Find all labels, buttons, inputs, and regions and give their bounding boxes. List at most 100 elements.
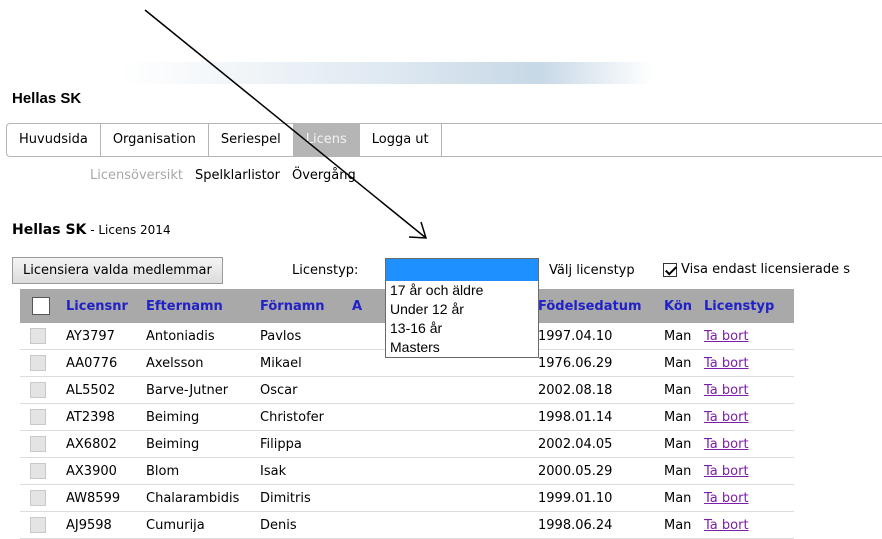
- header-banner: [120, 62, 882, 84]
- cell-licensnr: AW8599: [66, 490, 121, 506]
- row-checkbox[interactable]: [30, 490, 46, 506]
- dropdown-option-under-12[interactable]: Under 12 år: [386, 300, 538, 319]
- cell-action: Ta bort: [704, 350, 794, 377]
- cell-action: Ta bort: [704, 377, 794, 404]
- cell-fodelsedatum: 2002.08.18: [538, 382, 613, 398]
- table-row: AJ9598 Cumurija Denis 1998.06.24 Man Ta …: [20, 512, 794, 539]
- cell-fodelsedatum: 2000.05.29: [538, 463, 613, 479]
- only-licensed-toggle[interactable]: Visa endast licensierade s: [663, 262, 850, 277]
- remove-link[interactable]: Ta bort: [704, 491, 749, 506]
- select-all-cell: [20, 289, 66, 323]
- cell-adress: [352, 485, 538, 512]
- cell-kon: Man: [664, 382, 692, 398]
- license-selected-button[interactable]: Licensiera valda medlemmar: [12, 257, 223, 284]
- remove-link[interactable]: Ta bort: [704, 329, 749, 344]
- remove-link[interactable]: Ta bort: [704, 356, 749, 371]
- dropdown-option-13-16[interactable]: 13-16 år: [386, 319, 538, 338]
- cell-fodelsedatum: 1998.01.14: [538, 409, 613, 425]
- remove-link[interactable]: Ta bort: [704, 383, 749, 398]
- cell-efternamn: Beiming: [146, 409, 200, 425]
- cell-kon: Man: [664, 517, 692, 533]
- cell-efternamn: Blom: [146, 463, 180, 479]
- remove-link[interactable]: Ta bort: [704, 464, 749, 479]
- cell-licensnr: AJ9598: [66, 517, 112, 533]
- row-checkbox[interactable]: [30, 328, 46, 344]
- row-checkbox[interactable]: [30, 436, 46, 452]
- subnav-licensoversikt[interactable]: Licensöversikt: [90, 168, 183, 183]
- col-fodelsedatum[interactable]: Födelsedatum: [538, 289, 664, 323]
- remove-link[interactable]: Ta bort: [704, 518, 749, 533]
- cell-adress: [352, 512, 538, 539]
- table-row: AX6802 Beiming Filippa 2002.04.05 Man Ta…: [20, 431, 794, 458]
- cell-licensnr: AX6802: [66, 436, 117, 452]
- cell-action: Ta bort: [704, 485, 794, 512]
- cell-action: Ta bort: [704, 458, 794, 485]
- page-title: Hellas SK - Licens 2014: [12, 222, 171, 238]
- cell-kon: Man: [664, 355, 692, 371]
- dropdown-selected-option[interactable]: [386, 259, 538, 281]
- sub-navigation: Licensöversikt Spelklarlistor Övergång: [90, 168, 356, 183]
- cell-kon: Man: [664, 328, 692, 344]
- cell-fornamn: Christofer: [260, 409, 325, 425]
- col-fornamn[interactable]: Förnamn: [260, 289, 352, 323]
- table-row: AW8599 Chalarambidis Dimitris 1999.01.10…: [20, 485, 794, 512]
- cell-fornamn: Mikael: [260, 355, 302, 371]
- select-all-checkbox[interactable]: [32, 297, 50, 315]
- licenstyp-label: Licenstyp:: [292, 263, 359, 278]
- subnav-overgang[interactable]: Övergång: [292, 168, 356, 183]
- tab-licens[interactable]: Licens: [293, 124, 360, 156]
- table-row: AX3900 Blom Isak 2000.05.29 Man Ta bort: [20, 458, 794, 485]
- col-licensnr[interactable]: Licensnr: [66, 289, 146, 323]
- tab-organisation[interactable]: Organisation: [101, 124, 209, 156]
- cell-action: Ta bort: [704, 323, 794, 350]
- tab-logga-ut[interactable]: Logga ut: [360, 124, 442, 156]
- remove-link[interactable]: Ta bort: [704, 410, 749, 425]
- tab-seriespel[interactable]: Seriespel: [209, 124, 294, 156]
- cell-fodelsedatum: 1976.06.29: [538, 355, 613, 371]
- main-tabs: Huvudsida Organisation Seriespel Licens …: [6, 123, 882, 157]
- cell-adress: [352, 431, 538, 458]
- cell-fornamn: Denis: [260, 517, 297, 533]
- cell-action: Ta bort: [704, 431, 794, 458]
- row-checkbox[interactable]: [30, 409, 46, 425]
- only-licensed-label: Visa endast licensierade s: [681, 262, 851, 277]
- col-licenstyp[interactable]: Licenstyp: [704, 289, 794, 323]
- cell-fornamn: Pavlos: [260, 328, 302, 344]
- row-checkbox[interactable]: [30, 382, 46, 398]
- club-title: Hellas SK: [12, 90, 82, 107]
- cell-efternamn: Antoniadis: [146, 328, 215, 344]
- cell-fornamn: Oscar: [260, 382, 298, 398]
- col-kon[interactable]: Kön: [664, 289, 704, 323]
- cell-fodelsedatum: 1997.04.10: [538, 328, 613, 344]
- cell-kon: Man: [664, 436, 692, 452]
- row-checkbox[interactable]: [30, 463, 46, 479]
- tab-huvudsida[interactable]: Huvudsida: [7, 124, 101, 156]
- cell-adress: [352, 377, 538, 404]
- cell-fornamn: Dimitris: [260, 490, 311, 506]
- cell-action: Ta bort: [704, 404, 794, 431]
- cell-efternamn: Chalarambidis: [146, 490, 240, 506]
- select-hint: Välj licenstyp: [549, 263, 635, 278]
- cell-action: Ta bort: [704, 512, 794, 539]
- cell-fodelsedatum: 1999.01.10: [538, 490, 613, 506]
- cell-licensnr: AL5502: [66, 382, 116, 398]
- cell-efternamn: Axelsson: [146, 355, 204, 371]
- remove-link[interactable]: Ta bort: [704, 437, 749, 452]
- cell-kon: Man: [664, 409, 692, 425]
- cell-efternamn: Barve-Jutner: [146, 382, 229, 398]
- cell-kon: Man: [664, 463, 692, 479]
- row-checkbox[interactable]: [30, 517, 46, 533]
- cell-fornamn: Filippa: [260, 436, 302, 452]
- row-checkbox[interactable]: [30, 355, 46, 371]
- col-efternamn[interactable]: Efternamn: [146, 289, 260, 323]
- cell-licensnr: AX3900: [66, 463, 117, 479]
- page-title-subtitle: - Licens 2014: [86, 223, 171, 237]
- subnav-spelklarlistor[interactable]: Spelklarlistor: [195, 168, 280, 183]
- cell-efternamn: Beiming: [146, 436, 200, 452]
- cell-licensnr: AA0776: [66, 355, 118, 371]
- table-row: AL5502 Barve-Jutner Oscar 2002.08.18 Man…: [20, 377, 794, 404]
- table-row: AT2398 Beiming Christofer 1998.01.14 Man…: [20, 404, 794, 431]
- dropdown-option-masters[interactable]: Masters: [386, 338, 538, 357]
- only-licensed-checkbox[interactable]: [663, 262, 677, 277]
- dropdown-option-17-plus[interactable]: 17 år och äldre: [386, 281, 538, 300]
